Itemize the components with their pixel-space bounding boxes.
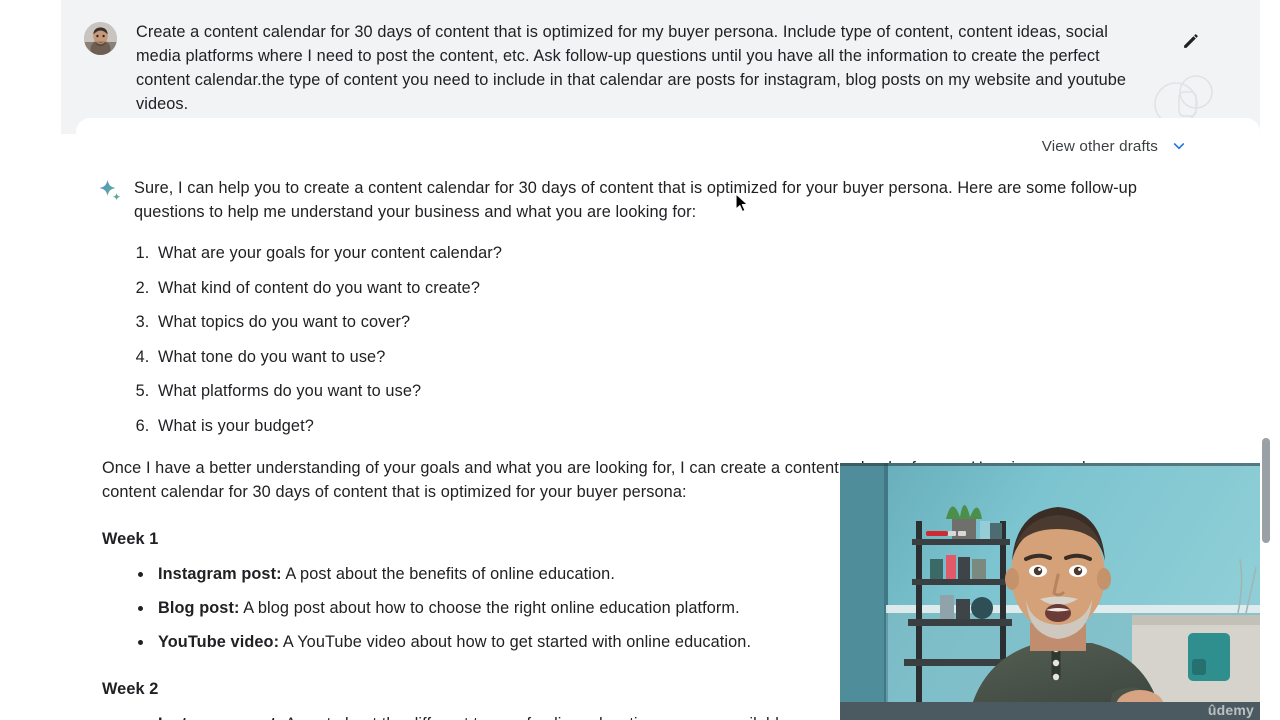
list-item: What are your goals for your content cal… <box>154 241 1200 265</box>
video-frame <box>840 463 1260 720</box>
item-label: YouTube video: <box>158 633 280 652</box>
item-text: A post about the different types of onli… <box>285 715 792 720</box>
mouse-cursor <box>735 193 751 215</box>
scrollbar-thumb[interactable] <box>1262 438 1270 543</box>
item-text: A post about the benefits of online educ… <box>285 565 615 584</box>
list-item: What kind of content do you want to crea… <box>154 276 1200 300</box>
response-intro-text: Sure, I can help you to create a content… <box>134 179 1137 222</box>
prompt-text: Create a content calendar for 30 days of… <box>136 23 1127 113</box>
item-label: Blog post: <box>158 599 240 618</box>
item-text: A YouTube video about how to get started… <box>282 633 752 652</box>
list-item: What topics do you want to cover? <box>154 310 1200 334</box>
follow-up-questions-list: What are your goals for your content cal… <box>98 241 1200 438</box>
udemy-watermark: ûdemy <box>1207 702 1254 718</box>
video-bottom-bar <box>840 702 1260 720</box>
view-other-drafts-button[interactable]: View other drafts <box>76 118 1260 160</box>
view-other-drafts-label: View other drafts <box>1041 137 1158 155</box>
left-gutter <box>0 0 61 720</box>
list-item: What is your budget? <box>154 414 1200 438</box>
item-text: A blog post about how to choose the righ… <box>243 599 740 618</box>
user-avatar <box>84 22 117 55</box>
list-item: What tone do you want to use? <box>154 345 1200 369</box>
item-label: Instagram post: <box>158 715 282 720</box>
sparkle-icon <box>98 179 124 205</box>
chevron-down-icon[interactable] <box>1170 137 1188 155</box>
prompt-card: Create a content calendar for 30 days of… <box>61 0 1260 134</box>
list-item: What platforms do you want to use? <box>154 379 1200 403</box>
presenter-video-overlay[interactable]: ûdemy <box>840 463 1260 720</box>
pencil-icon[interactable] <box>1180 29 1202 51</box>
scrollbar-track[interactable] <box>1258 118 1272 720</box>
item-label: Instagram post: <box>158 565 282 584</box>
app-root: Create a content calendar for 30 days of… <box>0 0 1280 720</box>
